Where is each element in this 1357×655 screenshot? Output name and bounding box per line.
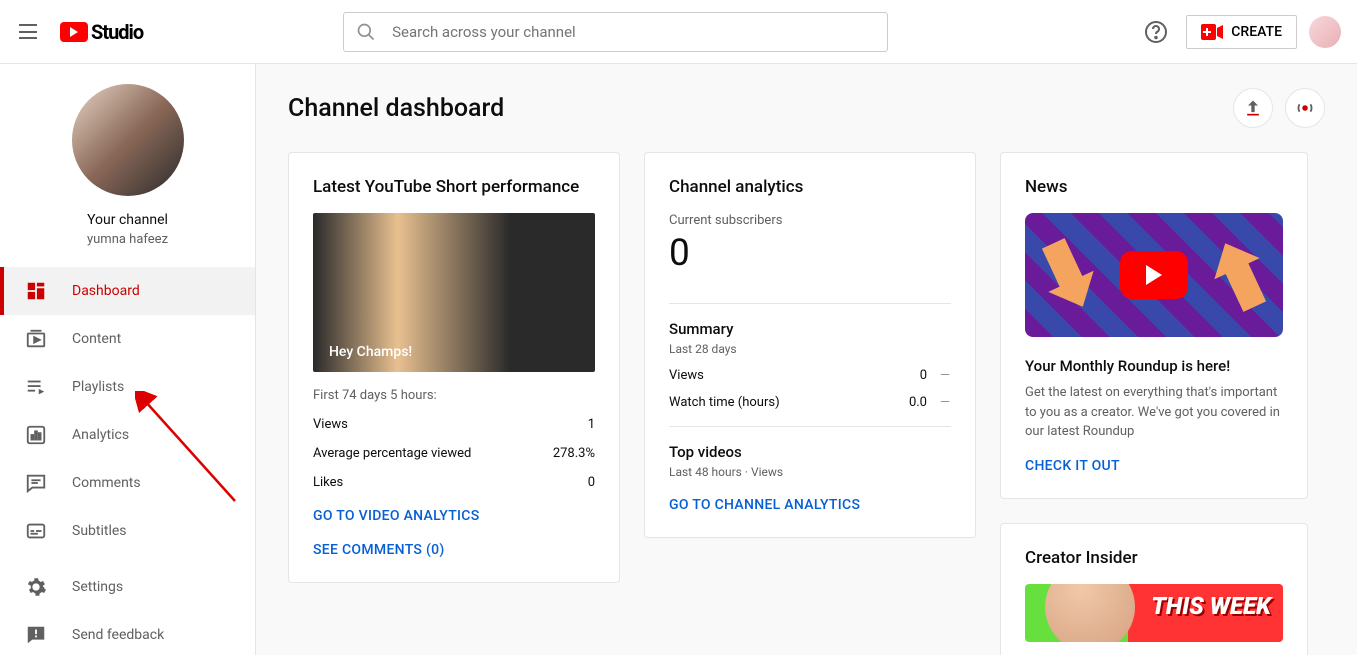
nav-label: Send feedback (72, 627, 164, 643)
create-button[interactable]: CREATE (1186, 15, 1297, 49)
sidebar-item-content[interactable]: Content (0, 315, 255, 363)
sidebar-item-settings[interactable]: Settings (0, 563, 255, 611)
stat-label: Likes (313, 475, 343, 490)
search-container (343, 12, 888, 52)
metric-row: Watch time (hours) 0.0 — (669, 395, 951, 410)
card-title: News (1025, 177, 1283, 197)
stat-row: Likes 0 (313, 475, 595, 490)
nav-label: Playlists (72, 379, 124, 395)
video-analytics-link[interactable]: GO TO VIDEO ANALYTICS (313, 508, 595, 524)
stat-label: Average percentage viewed (313, 446, 471, 461)
logo-text: Studio (91, 20, 143, 44)
youtube-play-icon (1120, 251, 1188, 299)
help-icon[interactable] (1138, 14, 1174, 50)
sidebar-item-comments[interactable]: Comments (0, 459, 255, 507)
news-thumbnail[interactable] (1025, 213, 1283, 337)
main-content: Channel dashboard Latest YouTube Short p… (256, 64, 1357, 655)
top-sub: Last 48 hours · Views (669, 465, 951, 479)
creator-insider-card: Creator Insider THIS WEEK (1000, 523, 1308, 655)
nav-label: Analytics (72, 427, 129, 443)
page-actions (1233, 88, 1325, 128)
go-live-button[interactable] (1285, 88, 1325, 128)
stat-value: 278.3% (553, 446, 595, 461)
channel-analytics-link[interactable]: GO TO CHANNEL ANALYTICS (669, 497, 951, 513)
card-title: Latest YouTube Short performance (313, 177, 595, 197)
menu-icon[interactable] (16, 20, 40, 44)
latest-short-card: Latest YouTube Short performance Hey Cha… (288, 152, 620, 583)
video-title: Hey Champs! (329, 344, 412, 360)
metric-value: 0.0 (909, 395, 927, 410)
channel-section: Your channel yumna hafeez (0, 64, 255, 267)
page-title: Channel dashboard (288, 94, 504, 123)
insider-thumb-text: THIS WEEK (1151, 592, 1271, 620)
create-icon (1201, 24, 1223, 40)
metric-trend: — (939, 395, 951, 410)
channel-label: Your channel (0, 212, 255, 228)
channel-analytics-card: Channel analytics Current subscribers 0 … (644, 152, 976, 538)
app-header: Studio CREATE (0, 0, 1357, 64)
header-actions: CREATE (1138, 14, 1341, 50)
stat-row: Views 1 (313, 417, 595, 432)
stat-value: 0 (588, 475, 595, 490)
sidebar: Your channel yumna hafeez Dashboard Cont… (0, 64, 256, 655)
news-link[interactable]: CHECK IT OUT (1025, 458, 1283, 474)
face-graphic (1045, 584, 1135, 642)
arrow-down-icon (1031, 233, 1106, 318)
card-title: Channel analytics (669, 177, 951, 197)
search-input[interactable] (392, 23, 875, 41)
channel-name: yumna hafeez (0, 232, 255, 247)
subs-label: Current subscribers (669, 213, 951, 228)
nav-label: Comments (72, 475, 141, 491)
stat-row: Average percentage viewed 278.3% (313, 446, 595, 461)
divider (669, 426, 951, 427)
summary-title: Summary (669, 320, 951, 338)
sidebar-item-dashboard[interactable]: Dashboard (0, 267, 255, 315)
stat-value: 1 (588, 417, 595, 432)
content-icon (24, 327, 48, 351)
sidebar-item-analytics[interactable]: Analytics (0, 411, 255, 459)
search-icon (356, 22, 376, 42)
upload-button[interactable] (1233, 88, 1273, 128)
page-header: Channel dashboard (288, 88, 1325, 128)
gear-icon (24, 575, 48, 599)
analytics-icon (24, 423, 48, 447)
metric-value: 0 (920, 368, 927, 383)
subtitles-icon (24, 519, 48, 543)
metric-row: Views 0 — (669, 368, 951, 383)
nav-label: Content (72, 331, 121, 347)
time-label: First 74 days 5 hours: (313, 388, 595, 403)
sidebar-item-feedback[interactable]: Send feedback (0, 611, 255, 655)
stat-label: Views (313, 417, 348, 432)
top-title: Top videos (669, 443, 951, 461)
video-thumbnail[interactable]: Hey Champs! (313, 213, 595, 372)
create-label: CREATE (1231, 24, 1282, 40)
search-box[interactable] (343, 12, 888, 52)
nav-label: Subtitles (72, 523, 127, 539)
news-description: Get the latest on everything that's impo… (1025, 383, 1283, 442)
logo[interactable]: Studio (60, 20, 143, 44)
dashboard-icon (24, 279, 48, 303)
metric-label: Watch time (hours) (669, 395, 909, 410)
see-comments-link[interactable]: SEE COMMENTS (0) (313, 542, 595, 558)
metric-label: Views (669, 368, 920, 383)
sidebar-item-playlists[interactable]: Playlists (0, 363, 255, 411)
comments-icon (24, 471, 48, 495)
news-card: News Your Monthly Roundup is here! Get t… (1000, 152, 1308, 499)
playlists-icon (24, 375, 48, 399)
feedback-icon (24, 623, 48, 647)
nav-label: Dashboard (72, 283, 140, 299)
news-headline: Your Monthly Roundup is here! (1025, 357, 1283, 375)
metric-trend: — (939, 368, 951, 383)
summary-sub: Last 28 days (669, 342, 951, 356)
channel-avatar[interactable] (72, 84, 184, 196)
avatar[interactable] (1309, 16, 1341, 48)
sidebar-item-subtitles[interactable]: Subtitles (0, 507, 255, 555)
arrow-up-icon (1203, 233, 1278, 318)
card-title: Creator Insider (1025, 548, 1283, 568)
insider-thumbnail[interactable]: THIS WEEK (1025, 584, 1283, 642)
divider (669, 303, 951, 304)
youtube-play-icon (60, 22, 88, 42)
nav-label: Settings (72, 579, 123, 595)
subs-value: 0 (669, 232, 951, 275)
